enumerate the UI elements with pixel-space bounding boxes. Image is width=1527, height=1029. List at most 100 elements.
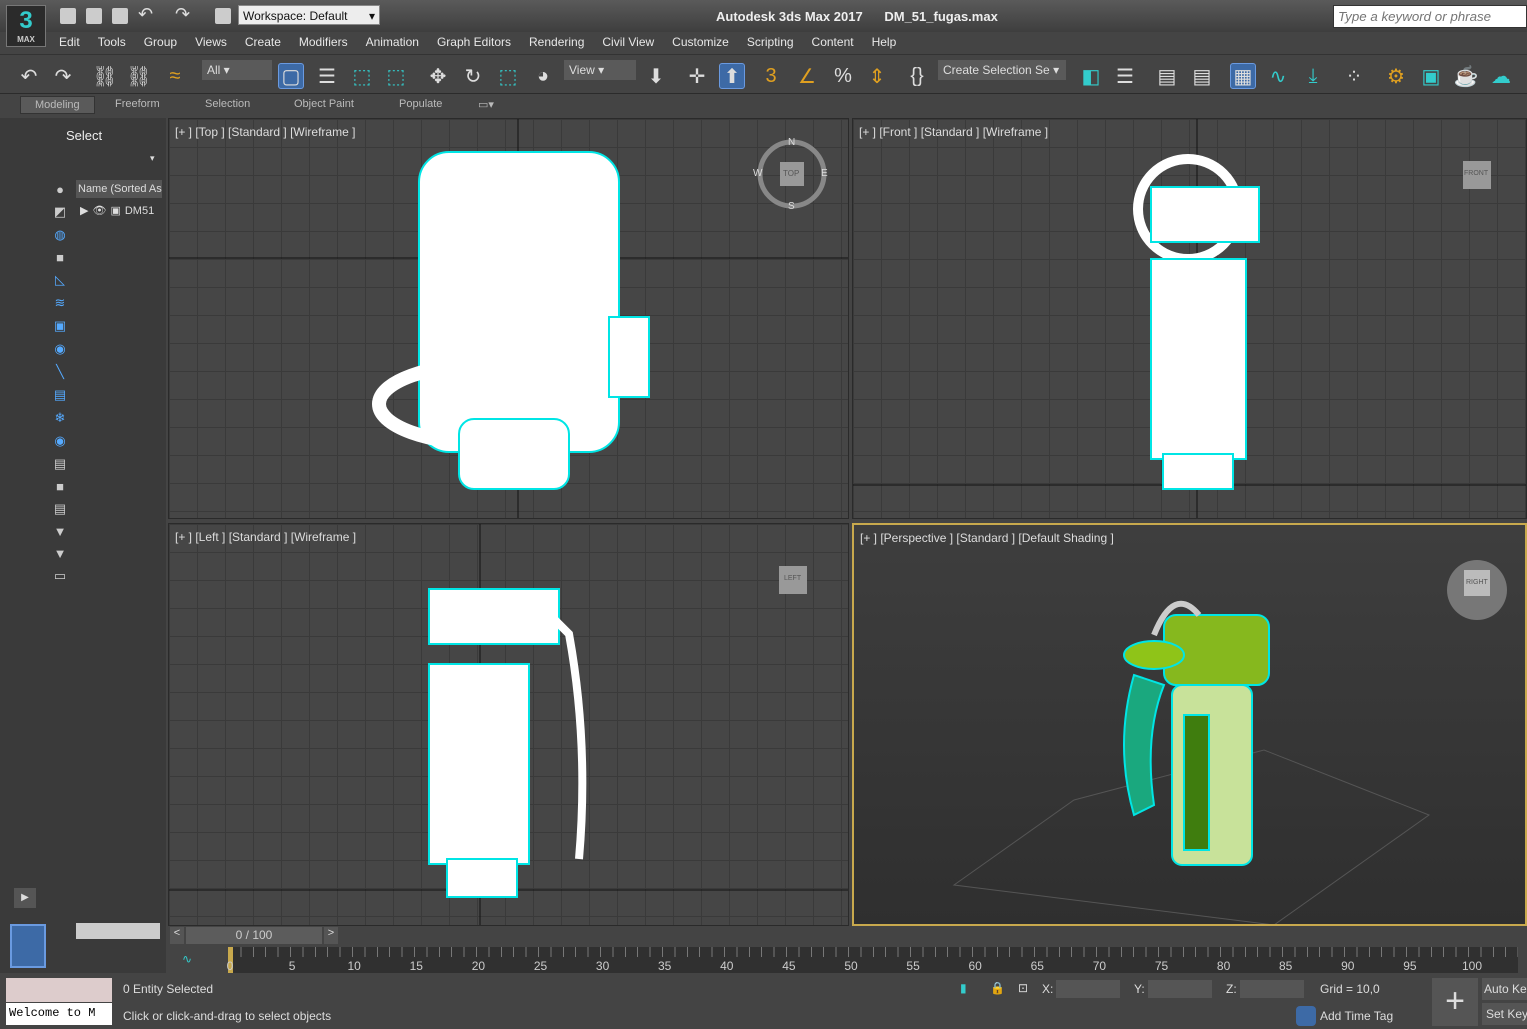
layer-explorer-icon[interactable]: ▤ — [1189, 63, 1215, 89]
set-key-button[interactable]: Set Key — [1482, 1003, 1527, 1025]
rectangular-selection-icon[interactable]: ⬚ — [349, 63, 375, 89]
funnel-icon[interactable]: ▼ — [54, 546, 67, 561]
time-slider[interactable]: 0 / 100 — [186, 927, 322, 944]
edit-named-selection-icon[interactable]: {} — [904, 63, 930, 89]
scale-icon[interactable]: ⬚ — [495, 63, 521, 89]
display-all-icon[interactable]: ◉ — [54, 433, 65, 449]
named-selection-dropdown[interactable]: Create Selection Se ▾ — [938, 60, 1066, 80]
menu-content[interactable]: Content — [803, 32, 863, 52]
material-editor-icon[interactable]: ⁘ — [1341, 63, 1367, 89]
select-by-name-icon[interactable]: ☰ — [314, 63, 340, 89]
isolate-selection-icon[interactable]: ▮ — [960, 981, 967, 995]
z-coordinate-field[interactable] — [1240, 980, 1304, 998]
absolute-mode-icon[interactable]: ⊡ — [1018, 981, 1028, 995]
tab-freeform[interactable]: Freeform — [115, 98, 160, 110]
link-icon[interactable]: ⛓ — [92, 63, 118, 89]
horizontal-scrollbar[interactable] — [76, 923, 160, 939]
viewcube[interactable]: TOP — [783, 169, 799, 178]
groups-filter-icon[interactable]: ▣ — [54, 318, 66, 334]
viewport-layout-icon[interactable] — [10, 924, 46, 968]
explorer-mode[interactable]: Select — [66, 128, 102, 143]
project-icon[interactable] — [215, 8, 231, 24]
spinner-snap-icon[interactable]: ⇕ — [864, 63, 890, 89]
spacewarps-filter-icon[interactable]: ≋ — [55, 295, 66, 311]
viewport-perspective[interactable]: [+ ] [Perspective ] [Standard ] [Default… — [852, 523, 1527, 926]
y-coordinate-field[interactable] — [1148, 980, 1212, 998]
menu-graph-editors[interactable]: Graph Editors — [428, 32, 520, 52]
ribbon-toggle-icon[interactable]: ▦ — [1230, 63, 1256, 89]
cameras-filter-icon[interactable]: ■ — [56, 250, 64, 265]
viewcube[interactable]: LEFT — [784, 575, 801, 582]
menu-tools[interactable]: Tools — [89, 32, 135, 52]
list-item[interactable]: ▶ 👁 ▣ DM51 — [80, 202, 162, 220]
scene-explorer-icon[interactable]: ▤ — [1154, 63, 1180, 89]
menu-rendering[interactable]: Rendering — [520, 32, 593, 52]
containers-filter-icon[interactable]: ▤ — [54, 387, 66, 403]
bones-filter-icon[interactable]: ╲ — [56, 364, 64, 380]
shapes-filter-icon[interactable]: ◩ — [54, 204, 66, 220]
render-cloud-icon[interactable]: ☁ — [1488, 63, 1514, 89]
list-icon[interactable]: ▤ — [54, 501, 66, 517]
xrefs-filter-icon[interactable]: ◉ — [54, 341, 65, 357]
maxscript-listener[interactable] — [6, 978, 112, 1002]
maxscript-input[interactable]: Welcome to M — [6, 1003, 112, 1025]
tab-object-paint[interactable]: Object Paint — [294, 98, 354, 110]
menu-civil-view[interactable]: Civil View — [593, 32, 663, 52]
curve-editor-toggle-icon[interactable]: ∿ — [182, 952, 192, 966]
viewcube[interactable]: RIGHT — [1466, 579, 1488, 586]
prev-frame-button[interactable]: < — [170, 927, 184, 944]
menu-help[interactable]: Help — [863, 32, 906, 52]
tab-modeling[interactable]: Modeling — [20, 96, 95, 114]
render-setup-icon[interactable]: ⚙ — [1383, 63, 1409, 89]
angle-snap-icon[interactable]: ∠ — [794, 63, 820, 89]
geometry-filter-icon[interactable]: ● — [56, 182, 64, 197]
align-icon[interactable]: ☰ — [1112, 63, 1138, 89]
menu-animation[interactable]: Animation — [357, 32, 428, 52]
unlink-icon[interactable]: ⛓ — [126, 63, 152, 89]
redo-icon[interactable]: ↷ — [175, 4, 190, 25]
curve-editor-icon[interactable]: ∿ — [1265, 63, 1291, 89]
percent-snap-icon[interactable]: % — [830, 63, 856, 89]
add-time-tag-button[interactable]: Add Time Tag — [1320, 1009, 1393, 1023]
rendered-frame-window-icon[interactable]: ▣ — [1418, 63, 1444, 89]
timeline-track[interactable]: 0 5 10 15 20 25 30 35 40 45 50 55 60 65 70 75 80 85 90 95 10… — [227, 947, 1518, 973]
pivot-center-icon[interactable]: ⬇ — [643, 63, 669, 89]
place-icon[interactable]: ◕ — [530, 63, 556, 89]
lock-icon[interactable]: 🔒 — [990, 981, 1005, 995]
ribbon-options-icon[interactable]: ▭▾ — [478, 98, 494, 111]
undo-icon[interactable]: ↶ — [138, 4, 153, 25]
move-icon[interactable]: ✥ — [425, 63, 451, 89]
filter-icon[interactable]: ▼ — [54, 524, 67, 539]
viewport-front[interactable]: [+ ] [Front ] [Standard ] [Wireframe ] F… — [852, 118, 1527, 519]
lights-filter-icon[interactable]: ◍ — [54, 227, 65, 243]
tab-selection[interactable]: Selection — [205, 98, 250, 110]
snaps-toggle-icon[interactable]: 3 — [758, 63, 784, 89]
next-frame-button[interactable]: > — [324, 927, 338, 944]
viewport-left[interactable]: [+ ] [Left ] [Standard ] [Wireframe ] LE… — [168, 523, 849, 926]
container-icon[interactable]: ▭ — [54, 568, 66, 584]
x-coordinate-field[interactable] — [1056, 980, 1120, 998]
time-tag-icon[interactable] — [1296, 1006, 1316, 1026]
tab-populate[interactable]: Populate — [399, 98, 442, 110]
app-menu-button[interactable]: 3 MAX — [6, 5, 46, 47]
mirror-icon[interactable]: ◧ — [1078, 63, 1104, 89]
name-column-header[interactable]: Name (Sorted Asc — [76, 180, 162, 198]
particles-filter-icon[interactable]: ❄ — [55, 410, 66, 426]
search-input[interactable] — [1333, 5, 1527, 28]
menu-scripting[interactable]: Scripting — [738, 32, 803, 52]
expand-icon[interactable]: ▶ — [80, 202, 88, 220]
display-none-icon[interactable]: ▤ — [54, 456, 66, 472]
schematic-view-icon[interactable]: ⤓ — [1300, 63, 1326, 89]
select-manipulate-icon[interactable]: ✛ — [684, 63, 710, 89]
invert-icon[interactable]: ■ — [56, 479, 64, 494]
render-production-icon[interactable]: ☕ — [1453, 63, 1479, 89]
expand-panel-button[interactable]: ▶ — [14, 888, 36, 908]
undo-icon[interactable]: ↶ — [16, 63, 42, 89]
set-key-mode-icon[interactable]: + — [1432, 978, 1478, 1026]
menu-edit[interactable]: Edit — [50, 32, 89, 52]
viewport-top[interactable]: [+ ] [Top ] [Standard ] [Wireframe ] N E… — [168, 118, 849, 519]
bind-space-warp-icon[interactable]: ≈ — [162, 63, 188, 89]
select-object-icon[interactable]: ▢ — [278, 63, 304, 89]
auto-key-button[interactable]: Auto Ke — [1482, 978, 1527, 1000]
helpers-filter-icon[interactable]: ◺ — [55, 272, 65, 288]
